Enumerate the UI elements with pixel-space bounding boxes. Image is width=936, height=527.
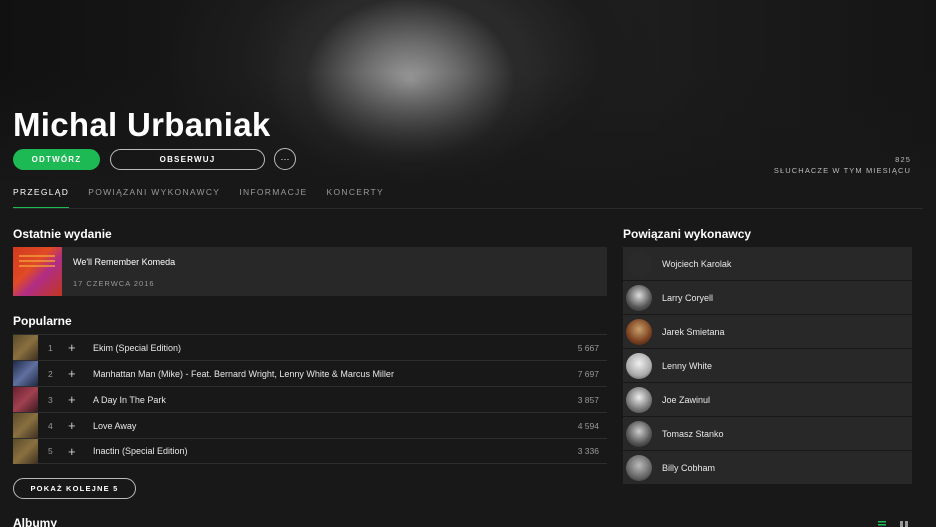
track-name[interactable]: Love Away — [93, 421, 578, 431]
avatar — [626, 352, 652, 379]
add-icon[interactable]: + — [68, 366, 93, 381]
related-artist-name: Jarek Smietana — [662, 326, 725, 337]
related-artist-name: Wojciech Karolak — [662, 258, 732, 269]
add-icon[interactable]: + — [68, 418, 93, 433]
related-artist-item[interactable]: Lenny White — [623, 349, 912, 382]
popular-tracks: 1 + Ekim (Special Edition) 5 667 2 + Man… — [13, 334, 607, 464]
track-row[interactable]: 2 + Manhattan Man (Mike) - Feat. Bernard… — [13, 360, 607, 386]
avatar — [626, 420, 652, 447]
track-row[interactable]: 4 + Love Away 4 594 — [13, 412, 607, 438]
track-number: 1 — [48, 342, 53, 353]
track-row[interactable]: 5 + Inactin (Special Edition) 3 336 — [13, 438, 607, 464]
avatar — [626, 318, 652, 345]
related-artists-heading: Powiązani wykonawcy — [623, 227, 752, 241]
track-plays: 3 336 — [577, 446, 599, 456]
related-artist-item[interactable]: Wojciech Karolak — [623, 247, 912, 280]
related-artist-name: Larry Coryell — [662, 292, 714, 303]
related-artist-name: Joe Zawinul — [662, 394, 711, 405]
monthly-listeners: 825 SŁUCHACZE W TYM MIESIĄCU — [774, 154, 911, 176]
related-artist-name: Billy Cobham — [662, 462, 716, 473]
track-cover — [13, 387, 38, 412]
track-row[interactable]: 3 + A Day In The Park 3 857 — [13, 386, 607, 412]
more-options-button[interactable]: ··· — [274, 148, 296, 170]
track-number: 4 — [48, 420, 53, 431]
add-icon[interactable]: + — [68, 392, 93, 407]
play-button[interactable]: ODTWÓRZ — [13, 149, 100, 170]
track-cover — [13, 361, 38, 386]
listeners-count: 825 — [895, 155, 911, 164]
track-plays: 5 667 — [577, 342, 599, 353]
track-name[interactable]: Inactin (Special Edition) — [93, 446, 578, 456]
track-number: 3 — [48, 394, 53, 405]
track-number: 5 — [48, 446, 53, 456]
related-artist-item[interactable]: Jarek Smietana — [623, 315, 912, 348]
track-plays: 4 594 — [577, 420, 599, 431]
track-cover — [13, 413, 38, 438]
tab-overview[interactable]: PRZEGLĄD — [13, 187, 70, 209]
listeners-label: SŁUCHACZE W TYM MIESIĄCU — [773, 166, 911, 175]
track-number: 2 — [48, 368, 53, 379]
avatar — [626, 386, 652, 413]
list-view-icon[interactable] — [878, 521, 886, 527]
tab-concerts[interactable]: KONCERTY — [327, 187, 384, 209]
popular-heading: Popularne — [13, 314, 72, 328]
related-artist-item[interactable]: Larry Coryell — [623, 281, 912, 314]
related-artist-item[interactable]: Billy Cobham — [623, 451, 912, 484]
add-icon[interactable]: + — [68, 444, 93, 459]
related-artist-item[interactable]: Tomasz Stanko — [623, 417, 912, 450]
track-name[interactable]: Ekim (Special Edition) — [93, 343, 578, 353]
release-title[interactable]: We'll Remember Komeda — [73, 257, 175, 267]
track-name[interactable]: Manhattan Man (Mike) - Feat. Bernard Wri… — [93, 369, 578, 379]
follow-button[interactable]: OBSERWUJ — [110, 149, 265, 170]
avatar — [626, 454, 652, 481]
show-more-button[interactable]: POKAŻ KOLEJNE 5 — [13, 478, 136, 499]
view-toggle — [878, 521, 908, 527]
artist-name: Michal Urbaniak — [13, 106, 271, 143]
album-cover[interactable] — [13, 247, 62, 296]
track-plays: 3 857 — [577, 394, 599, 405]
track-cover — [13, 438, 38, 464]
albums-heading: Albumy — [13, 516, 58, 527]
related-artist-name: Tomasz Stanko — [662, 428, 724, 439]
tab-related-artists[interactable]: POWIĄZANI WYKONAWCY — [88, 187, 220, 209]
track-cover — [13, 335, 38, 360]
latest-release-heading: Ostatnie wydanie — [13, 227, 112, 241]
related-artist-item[interactable]: Joe Zawinul — [623, 383, 912, 416]
artist-tabs: PRZEGLĄD POWIĄZANI WYKONAWCY INFORMACJE … — [13, 187, 384, 209]
latest-release-card[interactable]: We'll Remember Komeda 17 CZERWCA 2016 — [13, 247, 607, 296]
grid-view-icon[interactable] — [900, 521, 908, 527]
track-row[interactable]: 1 + Ekim (Special Edition) 5 667 — [13, 334, 607, 360]
artist-header: Michal Urbaniak ODTWÓRZ OBSERWUJ ··· 825… — [0, 0, 936, 182]
tabs-divider — [13, 208, 923, 209]
related-artist-name: Lenny White — [662, 360, 713, 371]
avatar — [626, 250, 652, 277]
related-artists-list: Wojciech Karolak Larry Coryell Jarek Smi… — [623, 247, 912, 485]
release-date: 17 CZERWCA 2016 — [73, 279, 155, 288]
track-name[interactable]: A Day In The Park — [93, 395, 578, 405]
tab-about[interactable]: INFORMACJE — [239, 187, 307, 209]
add-icon[interactable]: + — [68, 340, 93, 355]
avatar — [626, 284, 652, 311]
track-plays: 7 697 — [577, 368, 599, 379]
